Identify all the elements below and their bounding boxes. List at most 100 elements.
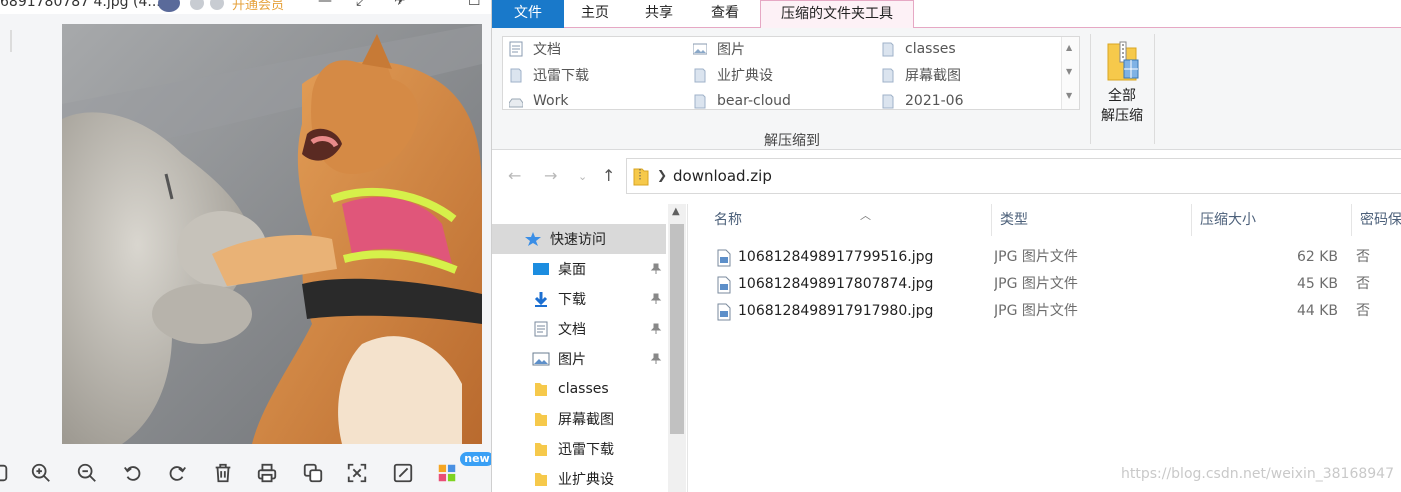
ribbon-separator <box>1090 34 1091 144</box>
pinned-folder-icon <box>882 42 894 57</box>
tab-home[interactable]: 主页 <box>564 0 626 28</box>
forward-arrow-icon[interactable]: → <box>544 166 557 185</box>
download-arrow-icon <box>534 292 548 307</box>
jpg-file-icon <box>717 303 731 321</box>
file-name: 1068128498917799516.jpg <box>738 249 934 265</box>
jpg-file-icon <box>717 276 731 294</box>
dest-xunlei[interactable]: 迅雷下载 <box>509 63 589 87</box>
avatar[interactable] <box>158 0 180 12</box>
table-row[interactable]: 1068128498917917980.jpg JPG 图片文件 44 KB 否 <box>708 298 1401 325</box>
rotate-left-icon[interactable] <box>120 460 146 486</box>
gallery-expand-icon[interactable]: ▼ <box>1066 91 1072 100</box>
navigation-pane: 快速访问 桌面 下载 文档 图片 classes 屏幕截图 迅雷下载 业扩典设 <box>492 204 688 492</box>
table-row[interactable]: 1068128498917807874.jpg JPG 图片文件 45 KB 否 <box>708 271 1401 298</box>
dest-bear-cloud[interactable]: bear-cloud <box>693 89 791 113</box>
pin-icon[interactable] <box>650 323 662 335</box>
nav-documents[interactable]: 文档 <box>492 314 666 344</box>
rotate-right-icon[interactable] <box>164 460 190 486</box>
pictures-icon <box>532 352 550 366</box>
tab-view[interactable]: 查看 <box>694 0 756 28</box>
breadcrumb-path[interactable]: download.zip <box>673 167 772 185</box>
dest-work[interactable]: Work <box>509 89 568 113</box>
pinned-folder-icon <box>882 94 894 109</box>
nav-desktop[interactable]: 桌面 <box>492 254 666 284</box>
delete-icon[interactable] <box>210 460 236 486</box>
scroll-up-icon[interactable]: ▲ <box>1066 43 1072 52</box>
print-icon[interactable] <box>254 460 280 486</box>
nav-scrollbar[interactable]: ▲ <box>668 204 686 492</box>
maximize-icon[interactable]: ☐ <box>468 0 481 9</box>
file-size: 62 KB <box>1296 249 1338 265</box>
vip-link[interactable]: 开通会员 <box>232 0 284 13</box>
column-header-compressed-size[interactable]: 压缩大小 <box>1192 204 1352 236</box>
recent-dropdown-icon[interactable]: ⌄ <box>578 170 587 183</box>
zoom-out-icon[interactable] <box>74 460 100 486</box>
dest-yekuo[interactable]: 业扩典设 <box>693 63 773 87</box>
drive-icon <box>509 98 523 108</box>
table-row[interactable]: 1068128498917799516.jpg JPG 图片文件 62 KB 否 <box>708 244 1401 271</box>
column-header-type[interactable]: 类型 <box>992 204 1192 236</box>
minimize-icon[interactable]: — <box>318 0 332 9</box>
scroll-up-icon[interactable]: ▲ <box>672 206 680 217</box>
file-name: 1068128498917917980.jpg <box>738 303 934 319</box>
dest-2021-06[interactable]: 2021-06 <box>881 89 964 113</box>
star-icon <box>525 232 541 246</box>
ribbon: 文档 图片 classes 迅雷下载 业扩典设 屏幕截图 Work bear-c… <box>492 28 1401 150</box>
dest-documents[interactable]: 文档 <box>509 37 561 61</box>
frame-icon[interactable] <box>0 460 12 486</box>
extract-all-label-2: 解压缩 <box>1101 108 1143 124</box>
pin-icon[interactable] <box>650 263 662 275</box>
viewer-titlebar: 6891780787 4.jpg (4... 开通会员 — ⤢ ✈ ☐ <box>0 0 491 14</box>
extract-all-icon <box>1107 41 1139 81</box>
ribbon-tabs: 文件 主页 共享 查看 压缩的文件夹工具 <box>492 0 1401 29</box>
tab-compressed-folder-tools[interactable]: 压缩的文件夹工具 <box>760 0 914 29</box>
file-password: 否 <box>1356 249 1370 265</box>
column-header-password[interactable]: 密码保 <box>1352 204 1401 236</box>
nav-downloads[interactable]: 下载 <box>492 284 666 314</box>
extract-all-button[interactable]: 全部 解压缩 <box>1096 34 1148 138</box>
file-type: JPG 图片文件 <box>994 249 1078 265</box>
tab-share[interactable]: 共享 <box>628 0 690 28</box>
dest-classes[interactable]: classes <box>881 37 956 61</box>
file-password: 否 <box>1356 276 1370 292</box>
nav-yekuo[interactable]: 业扩典设 <box>492 464 666 492</box>
address-bar: ← → ⌄ ↑ ❯ download.zip <box>492 150 1401 200</box>
up-arrow-icon[interactable]: ↑ <box>602 166 615 185</box>
edit-icon[interactable] <box>390 460 416 486</box>
nav-classes[interactable]: classes <box>492 374 666 404</box>
scroll-down-icon[interactable]: ▼ <box>1066 67 1072 76</box>
dest-pictures[interactable]: 图片 <box>693 37 745 61</box>
fullscreen-icon[interactable]: ⤢ <box>356 0 367 9</box>
viewer-toolbar <box>0 452 491 492</box>
document-icon <box>534 321 548 337</box>
tab-file[interactable]: 文件 <box>492 0 564 28</box>
column-header-name[interactable]: 名称 ︿ <box>706 204 992 236</box>
pin-icon[interactable] <box>650 293 662 305</box>
pin-window-icon[interactable]: ✈ <box>394 0 406 9</box>
scrollbar-thumb[interactable] <box>670 224 684 434</box>
file-type: JPG 图片文件 <box>994 303 1078 319</box>
file-password: 否 <box>1356 303 1370 319</box>
pinned-folder-icon <box>882 68 894 83</box>
address-input[interactable]: ❯ download.zip <box>626 158 1401 194</box>
extract-destination-gallery: 文档 图片 classes 迅雷下载 业扩典设 屏幕截图 Work bear-c… <box>502 36 1080 110</box>
nav-xunlei[interactable]: 迅雷下载 <box>492 434 666 464</box>
zoom-in-icon[interactable] <box>28 460 54 486</box>
back-arrow-icon[interactable]: ← <box>508 166 521 185</box>
file-list: 名称 ︿ 类型 压缩大小 密码保 1068128498917799516.jpg… <box>688 204 1401 492</box>
nav-pictures[interactable]: 图片 <box>492 344 666 374</box>
folder-icon <box>535 473 547 486</box>
dest-screenshots[interactable]: 屏幕截图 <box>881 63 961 87</box>
pin-icon[interactable] <box>650 353 662 365</box>
nav-quick-access[interactable]: 快速访问 <box>492 224 666 254</box>
ocr-icon[interactable] <box>344 460 370 486</box>
nav-screenshots[interactable]: 屏幕截图 <box>492 404 666 434</box>
pinned-folder-icon <box>694 94 706 109</box>
convert-icon[interactable] <box>300 460 326 486</box>
gallery-scrollbar[interactable]: ▲ ▼ ▼ <box>1061 37 1079 109</box>
breadcrumb-chevron-icon[interactable]: ❯ <box>657 168 667 182</box>
pinned-folder-icon <box>510 68 522 83</box>
badge-icon <box>190 0 204 10</box>
extract-all-label-1: 全部 <box>1108 88 1136 104</box>
apps-icon[interactable] <box>434 460 460 486</box>
